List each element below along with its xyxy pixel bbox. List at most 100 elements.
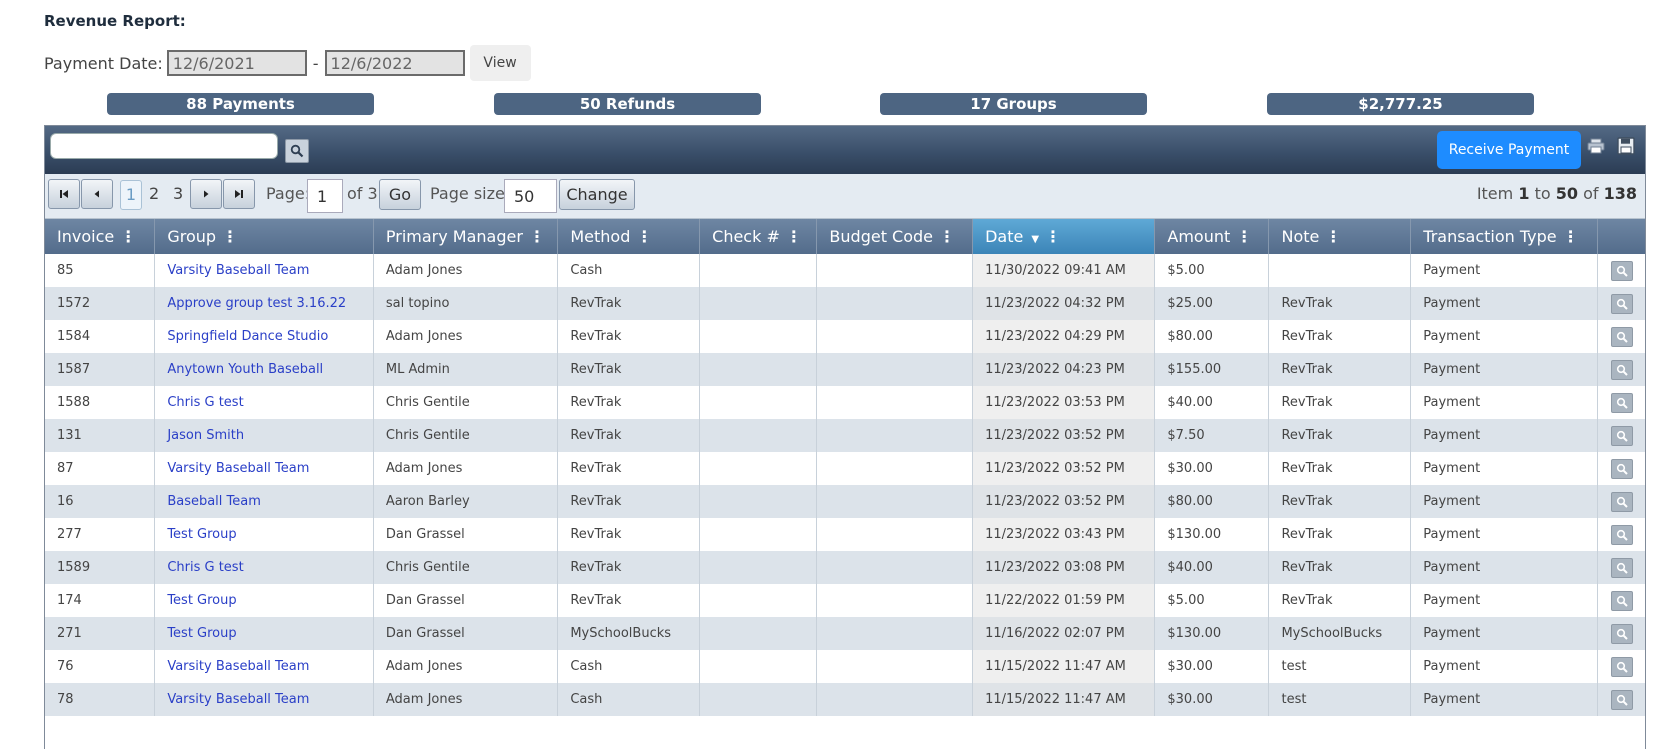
group-cell: Varsity Baseball Team <box>154 650 374 683</box>
method-cell: RevTrak <box>557 518 701 551</box>
print-icon[interactable] <box>1585 135 1607 157</box>
group-link[interactable]: Varsity Baseball Team <box>167 461 309 476</box>
date-cell: 11/15/2022 11:47 AM <box>972 650 1156 683</box>
save-icon[interactable] <box>1615 135 1637 157</box>
transaction-type-cell: Payment <box>1410 287 1598 320</box>
group-link[interactable]: Baseball Team <box>167 494 261 509</box>
column-menu-icon[interactable]: ⋮ <box>1325 227 1341 246</box>
amount-cell: $130.00 <box>1154 617 1270 650</box>
group-cell: Varsity Baseball Team <box>154 254 374 287</box>
group-link[interactable]: Varsity Baseball Team <box>167 263 309 278</box>
search-icon[interactable] <box>285 139 309 163</box>
group-link[interactable]: Chris G test <box>167 395 243 410</box>
sort-desc-icon: ▼ <box>1031 234 1040 245</box>
date-from-input[interactable] <box>166 50 307 76</box>
view-details-icon[interactable] <box>1610 260 1633 281</box>
group-link[interactable]: Varsity Baseball Team <box>167 659 309 674</box>
table-row: 78 Varsity Baseball Team Adam Jones Cash 11/… <box>45 683 1645 716</box>
method-cell: RevTrak <box>557 287 701 320</box>
view-details-icon[interactable] <box>1610 491 1633 512</box>
view-details-icon[interactable] <box>1610 425 1633 446</box>
group-link[interactable]: Test Group <box>167 593 236 608</box>
col-header-date[interactable]: Date ▼ ⋮ <box>972 219 1156 254</box>
manager-cell: Adam Jones <box>373 683 559 716</box>
column-menu-icon[interactable]: ⋮ <box>529 227 545 246</box>
prev-page-icon[interactable] <box>81 179 113 209</box>
column-menu-icon[interactable]: ⋮ <box>1563 227 1579 246</box>
group-cell: Chris G test <box>154 551 374 584</box>
page-number-input[interactable] <box>307 179 343 213</box>
date-to-input[interactable] <box>324 50 465 76</box>
view-details-icon[interactable] <box>1610 326 1633 347</box>
column-menu-icon[interactable]: ⋮ <box>222 227 238 246</box>
change-button[interactable]: Change <box>559 179 635 210</box>
group-link[interactable]: Springfield Dance Studio <box>167 329 328 344</box>
total-summary-badge: $2,777.25 <box>1267 93 1534 115</box>
view-details-icon[interactable] <box>1610 623 1633 644</box>
column-menu-icon[interactable]: ⋮ <box>636 227 652 246</box>
group-link[interactable]: Chris G test <box>167 560 243 575</box>
table-row: 1584 Springfield Dance Studio Adam Jones Re… <box>45 320 1645 353</box>
date-cell: 11/23/2022 03:52 PM <box>972 419 1156 452</box>
go-button[interactable]: Go <box>379 179 421 210</box>
invoice-cell: 1572 <box>45 287 156 320</box>
row-actions-cell <box>1597 353 1645 386</box>
group-cell: Chris G test <box>154 386 374 419</box>
view-details-icon[interactable] <box>1610 359 1633 380</box>
col-header-group[interactable]: Group ⋮ <box>154 219 374 254</box>
receive-payment-button[interactable]: Receive Payment <box>1437 131 1581 169</box>
group-link[interactable]: Anytown Youth Baseball <box>167 362 323 377</box>
page-link-2[interactable]: 2 <box>149 184 159 203</box>
view-details-icon[interactable] <box>1610 392 1633 413</box>
method-cell: Cash <box>557 683 701 716</box>
group-link[interactable]: Test Group <box>167 626 236 641</box>
col-header-method[interactable]: Method ⋮ <box>557 219 701 254</box>
amount-cell: $30.00 <box>1154 683 1270 716</box>
view-details-icon[interactable] <box>1610 458 1633 479</box>
invoice-cell: 271 <box>45 617 156 650</box>
view-details-icon[interactable] <box>1610 590 1633 611</box>
page-size-input[interactable] <box>504 179 557 213</box>
budget-code-cell <box>816 287 974 320</box>
group-link[interactable]: Varsity Baseball Team <box>167 692 309 707</box>
column-menu-icon[interactable]: ⋮ <box>786 227 802 246</box>
col-header-amount[interactable]: Amount ⋮ <box>1154 219 1270 254</box>
column-menu-icon[interactable]: ⋮ <box>120 227 136 246</box>
col-header-primary-manager[interactable]: Primary Manager ⋮ <box>373 219 559 254</box>
last-page-icon[interactable] <box>223 179 255 209</box>
check-cell <box>699 518 818 551</box>
view-details-icon[interactable] <box>1610 293 1633 314</box>
col-header-invoice[interactable]: Invoice ⋮ <box>45 219 156 254</box>
group-link[interactable]: Approve group test 3.16.22 <box>167 296 346 311</box>
col-header-transaction-type[interactable]: Transaction Type ⋮ <box>1410 219 1598 254</box>
col-header-note[interactable]: Note ⋮ <box>1268 219 1412 254</box>
group-link[interactable]: Test Group <box>167 527 236 542</box>
column-menu-icon[interactable]: ⋮ <box>1045 227 1061 246</box>
column-menu-icon[interactable]: ⋮ <box>1236 227 1252 246</box>
view-details-icon[interactable] <box>1610 656 1633 677</box>
col-header-check[interactable]: Check # ⋮ <box>699 219 818 254</box>
table-row: 1572 Approve group test 3.16.22 sal topino… <box>45 287 1645 320</box>
view-details-icon[interactable] <box>1610 524 1633 545</box>
note-cell: RevTrak <box>1268 485 1412 518</box>
row-actions-cell <box>1597 452 1645 485</box>
view-button[interactable]: View <box>469 45 531 81</box>
search-input[interactable] <box>50 133 278 159</box>
view-details-icon[interactable] <box>1610 557 1633 578</box>
first-page-icon[interactable] <box>48 179 80 209</box>
transaction-type-cell: Payment <box>1410 650 1598 683</box>
column-menu-icon[interactable]: ⋮ <box>939 227 955 246</box>
page-link-1[interactable]: 1 <box>120 180 142 210</box>
group-cell: Approve group test 3.16.22 <box>154 287 374 320</box>
group-link[interactable]: Jason Smith <box>167 428 244 443</box>
budget-code-cell <box>816 419 974 452</box>
view-details-icon[interactable] <box>1610 689 1633 710</box>
page-link-3[interactable]: 3 <box>173 184 183 203</box>
amount-cell: $25.00 <box>1154 287 1270 320</box>
method-cell: Cash <box>557 650 701 683</box>
col-header-budget-code[interactable]: Budget Code ⋮ <box>816 219 974 254</box>
transaction-type-cell: Payment <box>1410 452 1598 485</box>
transaction-type-cell: Payment <box>1410 254 1598 287</box>
method-cell: RevTrak <box>557 452 701 485</box>
next-page-icon[interactable] <box>190 179 222 209</box>
